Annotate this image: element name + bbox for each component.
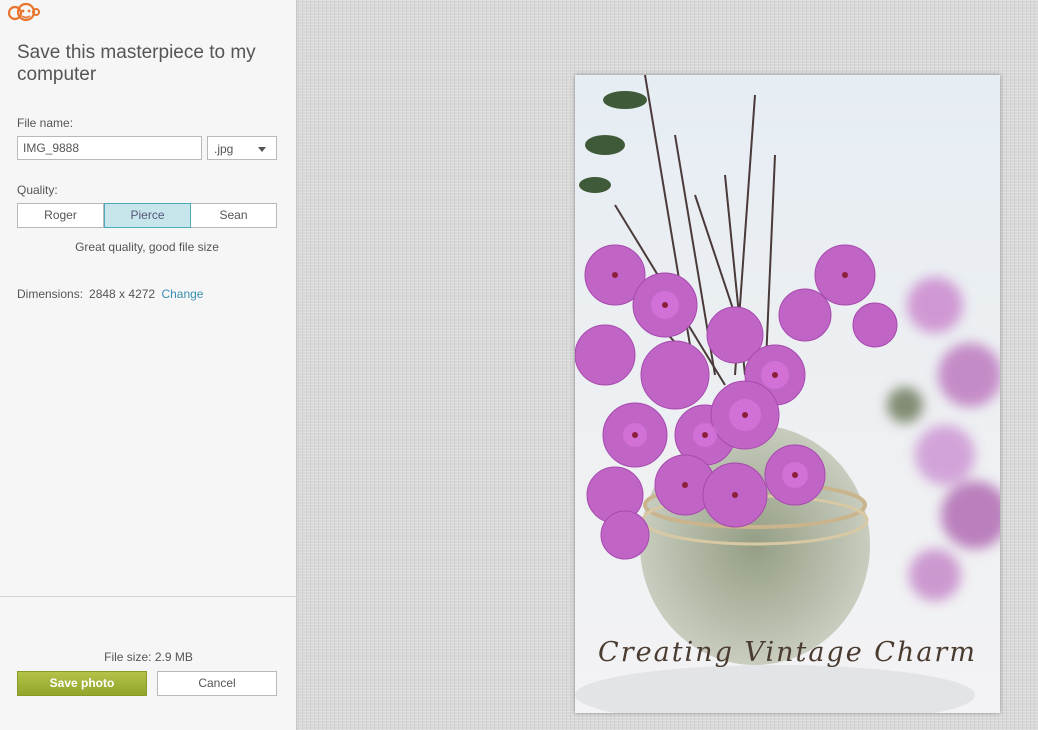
extension-select[interactable]: .jpg	[207, 136, 277, 160]
file-name-input[interactable]	[17, 136, 202, 160]
divider	[0, 596, 297, 597]
canvas-area: Creating Vintage Charm	[298, 0, 1038, 730]
chevron-down-icon	[258, 147, 266, 152]
quality-label: Quality:	[17, 183, 58, 197]
change-dimensions-link[interactable]: Change	[161, 287, 203, 301]
monkey-logo-icon[interactable]	[6, 2, 40, 24]
dimensions-value: 2848 x 4272	[89, 287, 156, 301]
quality-description: Great quality, good file size	[75, 240, 219, 254]
flower-photo	[575, 75, 1000, 713]
quality-selector: Roger Pierce Sean	[17, 203, 277, 228]
cancel-button[interactable]: Cancel	[157, 671, 277, 696]
page-title: Save this masterpiece to my computer	[17, 42, 256, 85]
file-name-label: File name:	[17, 116, 74, 130]
save-photo-button[interactable]: Save photo	[17, 671, 147, 696]
photo-watermark: Creating Vintage Charm	[598, 637, 977, 668]
file-size: File size: 2.9 MB	[104, 650, 193, 664]
dimensions-row: Dimensions: 2848 x 4272 Change	[17, 287, 203, 301]
extension-value: .jpg	[214, 142, 234, 156]
quality-option-roger[interactable]: Roger	[18, 204, 104, 227]
save-sidebar: Save this masterpiece to my computer Fil…	[0, 0, 297, 730]
photo-preview: Creating Vintage Charm	[575, 75, 1000, 713]
dimensions-label: Dimensions:	[17, 287, 84, 301]
quality-option-pierce[interactable]: Pierce	[104, 203, 191, 228]
quality-option-sean[interactable]: Sean	[191, 204, 276, 227]
